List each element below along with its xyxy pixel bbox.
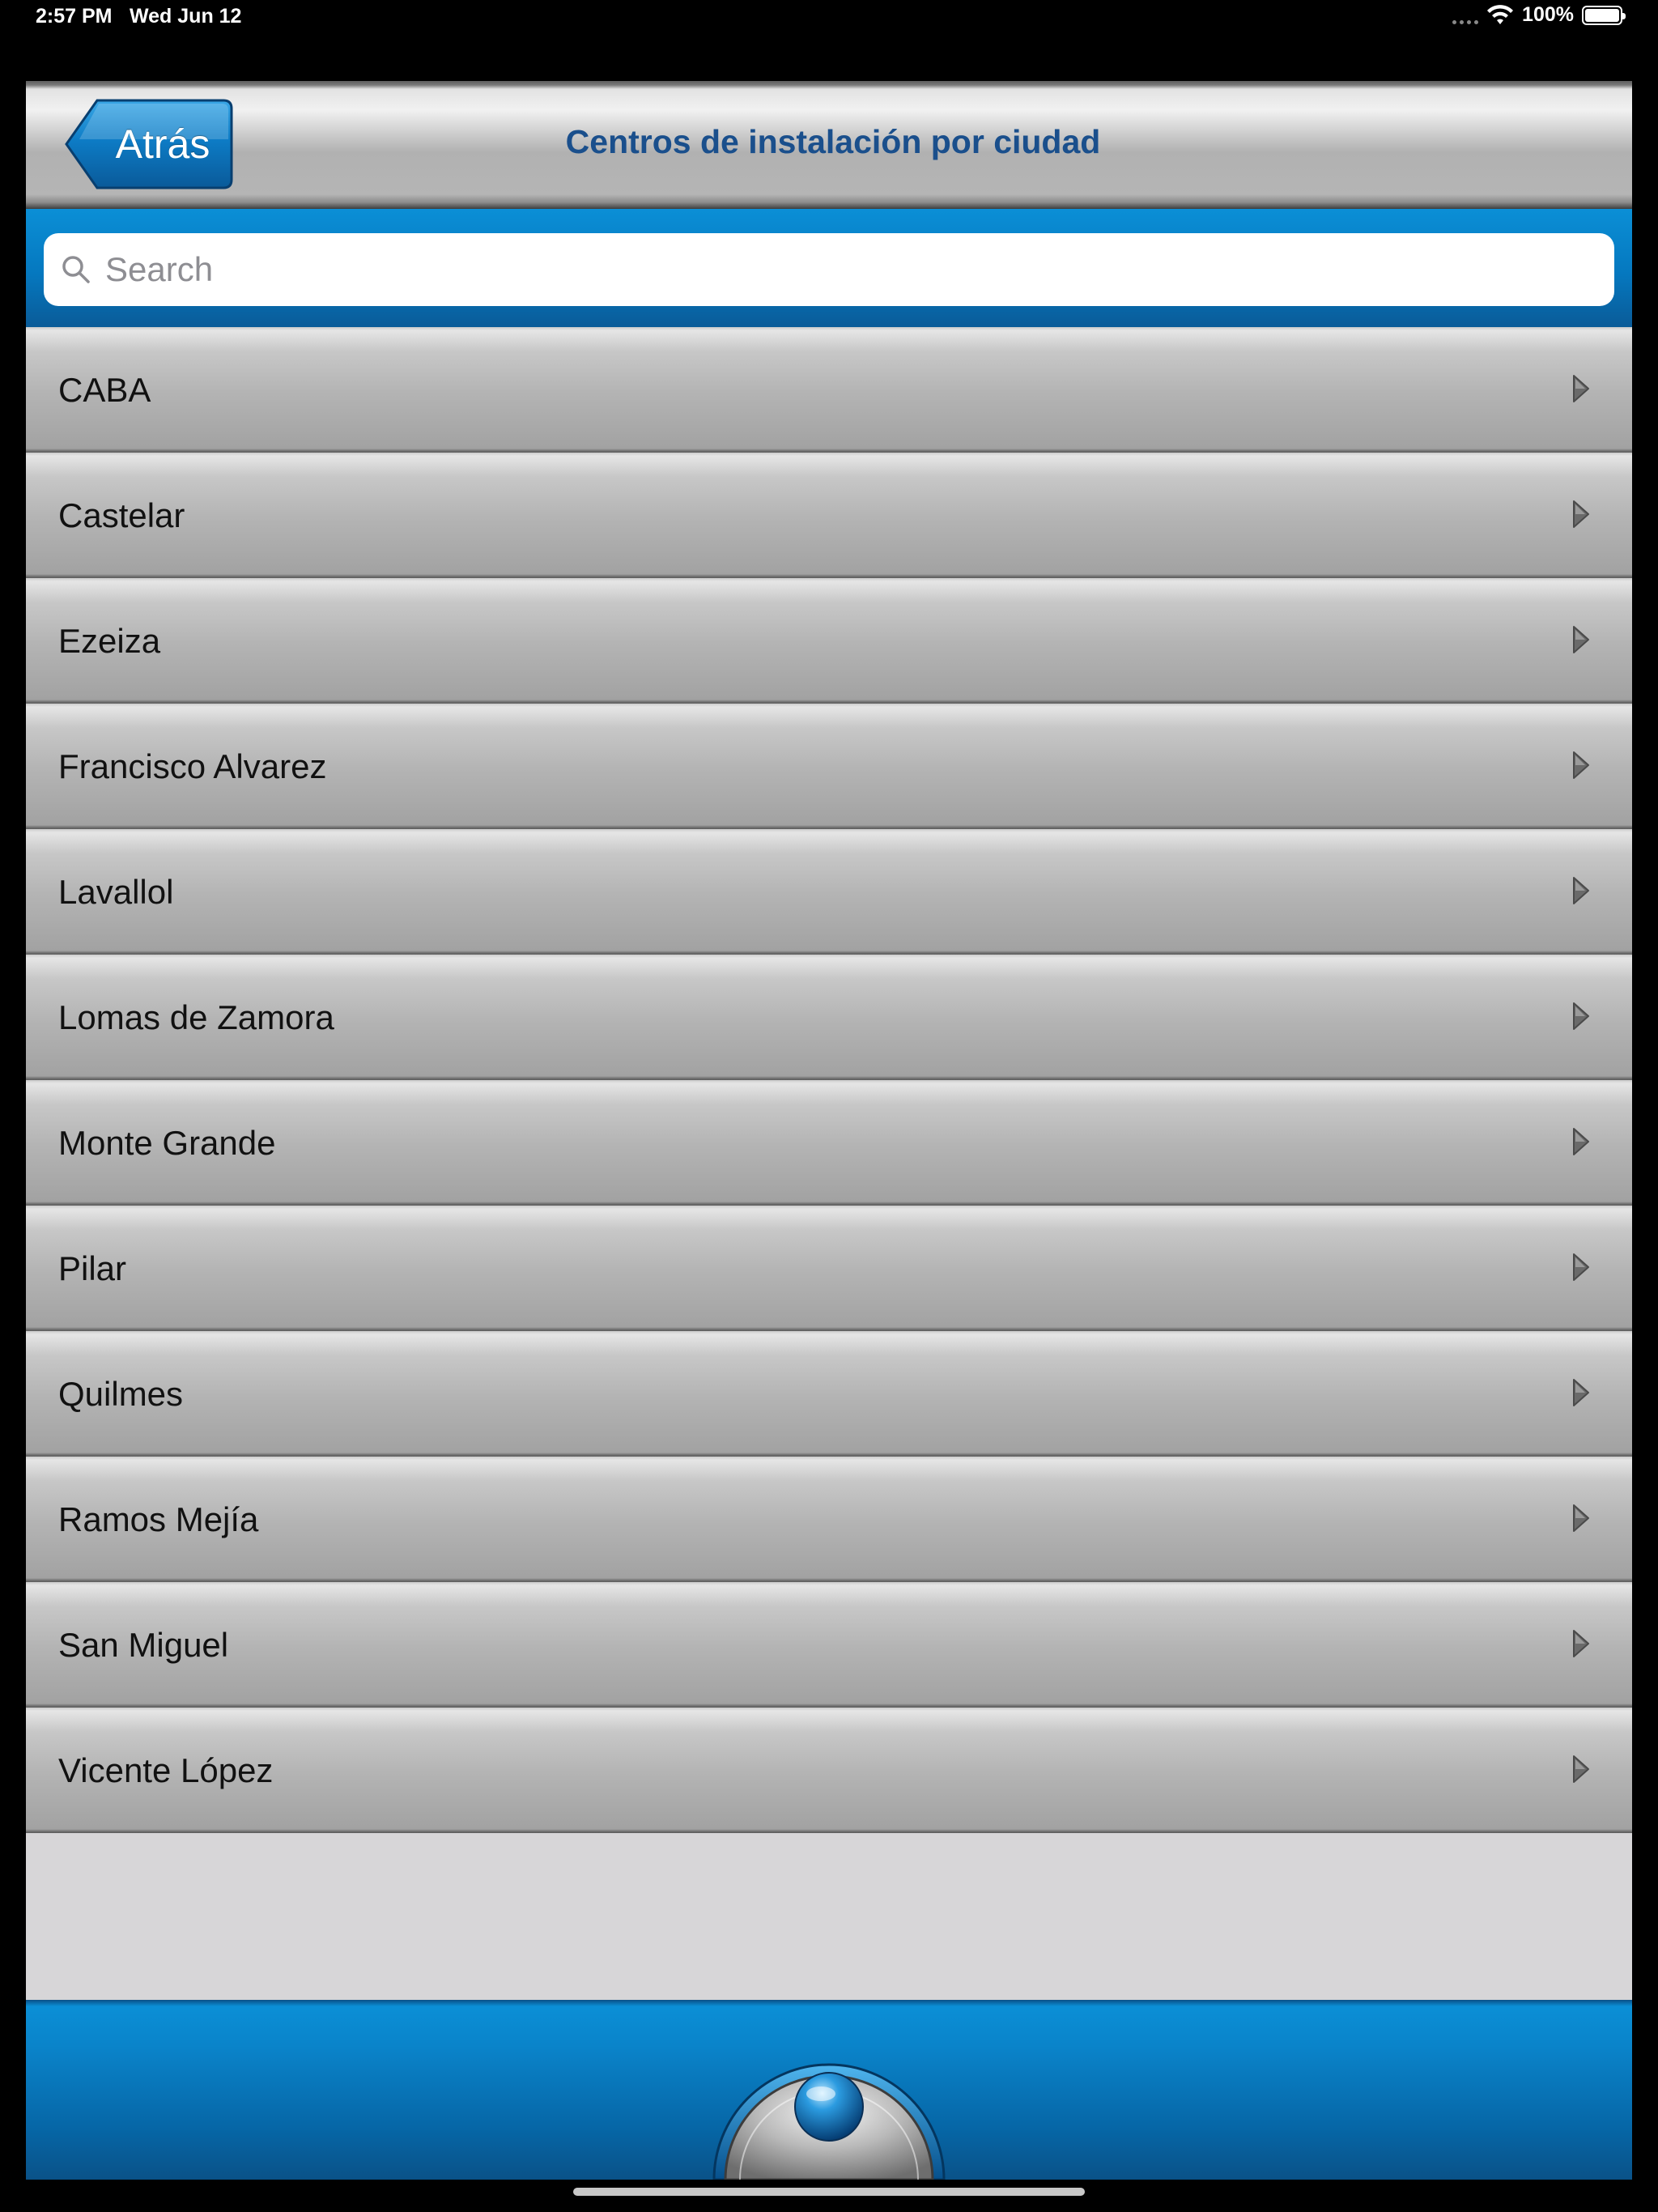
chevron-right-icon [1573,751,1589,779]
list-item[interactable]: Pilar [26,1206,1632,1331]
list-item[interactable]: CABA [26,327,1632,453]
search-bar [26,209,1632,327]
city-label: Monte Grande [58,1123,276,1162]
navigation-bar: Centros de instalación por ciudad Atrás [26,81,1632,209]
list-item[interactable]: Ramos Mejía [26,1457,1632,1582]
chevron-right-icon [1573,877,1589,904]
list-item[interactable]: Vicente López [26,1708,1632,1833]
status-indicators: 100% [1452,3,1626,27]
battery-percentage: 100% [1522,3,1574,26]
city-label: Vicente López [58,1750,274,1789]
search-input[interactable] [104,249,1561,290]
chevron-right-icon [1573,1504,1589,1532]
city-label: Lavallol [58,872,174,911]
search-field[interactable] [44,233,1614,306]
city-list: CABA Castelar Ezeiza Francisco Alvarez L… [26,327,1632,1833]
list-item[interactable]: Monte Grande [26,1080,1632,1206]
list-item[interactable]: Lomas de Zamora [26,955,1632,1080]
city-label: Castelar [58,496,185,534]
city-label: Francisco Alvarez [58,747,327,785]
cellular-signal-icon [1452,6,1479,24]
status-time: 2:57 PM [36,5,113,28]
chevron-right-icon [1573,500,1589,528]
city-label: Pilar [58,1249,127,1287]
status-date: Wed Jun 12 [130,5,242,28]
chevron-right-icon [1573,1128,1589,1155]
list-item[interactable]: Ezeiza [26,578,1632,704]
list-item[interactable]: Francisco Alvarez [26,704,1632,829]
search-icon [62,256,90,283]
city-label: Ezeiza [58,621,161,660]
list-item[interactable]: Castelar [26,453,1632,578]
back-button-label: Atrás [115,121,210,167]
list-item[interactable]: Quilmes [26,1331,1632,1457]
bottom-toolbar [26,2000,1632,2180]
city-label: San Miguel [58,1625,229,1664]
status-bar: 2:57 PM Wed Jun 12 100% [0,0,1658,36]
back-button[interactable]: Atrás [65,99,233,189]
city-label: CABA [58,370,151,409]
list-item[interactable]: San Miguel [26,1582,1632,1708]
chevron-right-icon [1573,1755,1589,1783]
chevron-right-icon [1573,1002,1589,1030]
city-label: Lomas de Zamora [58,998,334,1036]
chevron-right-icon [1573,375,1589,402]
page-title: Centros de instalación por ciudad [565,122,1101,160]
chevron-right-icon [1573,1253,1589,1281]
home-knob-button[interactable] [708,1985,950,2180]
city-label: Quilmes [58,1374,184,1413]
chevron-right-icon [1573,1630,1589,1657]
list-item[interactable]: Lavallol [26,829,1632,955]
chevron-right-icon [1573,1379,1589,1406]
app-window: Centros de instalación por ciudad Atrás [26,81,1632,2180]
wifi-icon [1487,4,1514,24]
home-indicator[interactable] [573,2188,1085,2196]
battery-icon [1582,5,1626,25]
chevron-right-icon [1573,626,1589,653]
city-label: Ramos Mejía [58,1499,259,1538]
